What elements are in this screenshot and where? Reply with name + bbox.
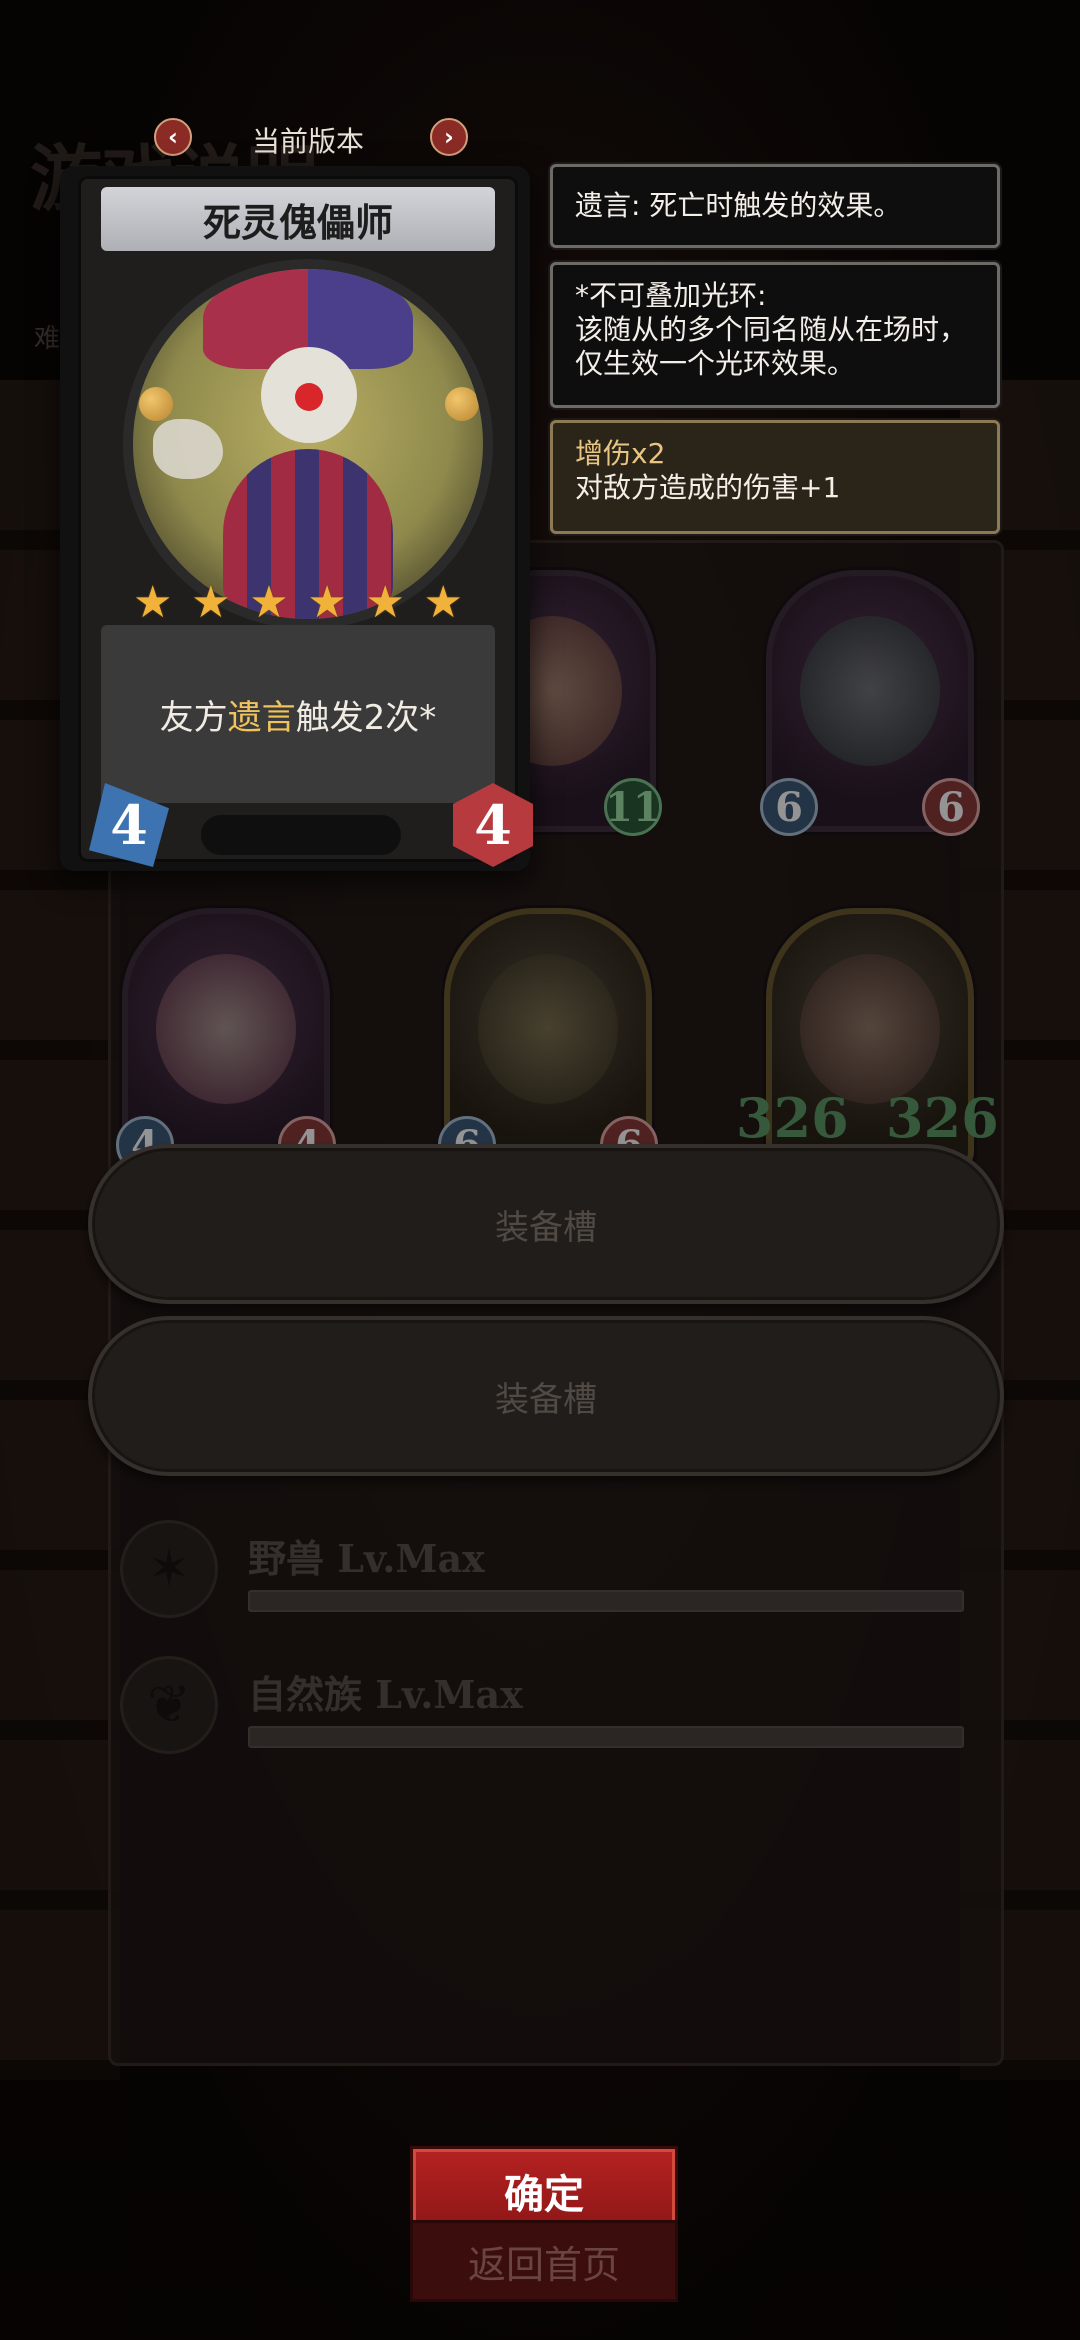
star-icon: ★ xyxy=(249,577,289,628)
tooltip-text: 该随从的多个同名随从在场时，仅生效一个光环效果。 xyxy=(575,313,968,380)
return-home-button[interactable]: 返回首页 xyxy=(410,2220,678,2302)
minion-card-detail: 死灵傀儡师 ★ ★ ★ ★ ★ ★ 友方 遗言 触发2次* 4 4 xyxy=(60,166,533,871)
version-selector: ‹ 当前版本 › xyxy=(148,118,468,168)
tooltip-title: *不可叠加光环: xyxy=(575,279,767,312)
star-rating: ★ ★ ★ ★ ★ ★ xyxy=(133,581,463,625)
card-text-keyword: 遗言 xyxy=(227,697,296,738)
deathrattle-tooltip: 遗言: 死亡时触发的效果。 xyxy=(550,164,1000,248)
card-bottom-pill xyxy=(201,815,401,855)
aura-tooltip: *不可叠加光环: 该随从的多个同名随从在场时，仅生效一个光环效果。 xyxy=(550,262,1000,408)
damage-boost-tooltip: 增伤x2 对敌方造成的伤害+1 xyxy=(550,420,1000,534)
card-text-suffix: 触发2次* xyxy=(295,697,437,738)
chevron-right-icon: › xyxy=(444,123,454,151)
star-icon: ★ xyxy=(191,577,231,628)
star-icon: ★ xyxy=(423,577,463,628)
card-frame: 死灵傀儡师 ★ ★ ★ ★ ★ ★ 友方 遗言 触发2次* 4 4 xyxy=(78,176,533,867)
tooltip-text: 遗言: 死亡时触发的效果。 xyxy=(575,189,902,222)
card-effect-text: 友方 遗言 触发2次* xyxy=(101,625,495,803)
next-version-button[interactable]: › xyxy=(430,118,468,156)
orb-right xyxy=(445,387,479,421)
prev-version-button[interactable]: ‹ xyxy=(154,118,192,156)
card-art xyxy=(123,259,493,629)
chevron-left-icon: ‹ xyxy=(168,123,178,151)
clown-nose xyxy=(295,383,323,411)
card-name: 死灵傀儡师 xyxy=(101,187,495,251)
star-icon: ★ xyxy=(133,577,173,628)
version-label: 当前版本 xyxy=(251,125,364,158)
star-icon: ★ xyxy=(307,577,347,628)
card-text-prefix: 友方 xyxy=(159,697,228,738)
tooltip-text: 对敌方造成的伤害+1 xyxy=(575,471,841,504)
puppet-hand xyxy=(153,419,223,479)
tooltip-title: 增伤x2 xyxy=(575,437,666,470)
star-icon: ★ xyxy=(365,577,405,628)
orb-left xyxy=(139,387,173,421)
